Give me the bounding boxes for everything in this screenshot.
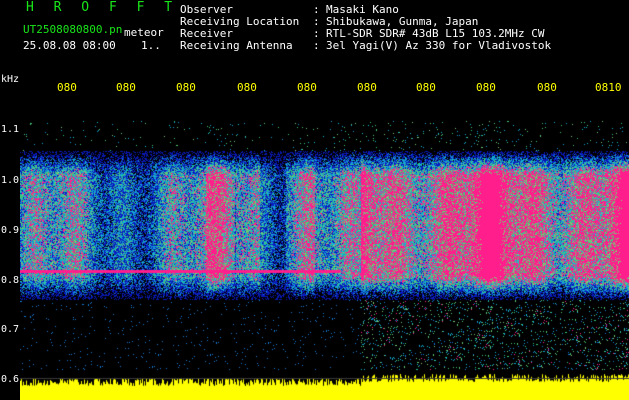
antenna-label: Receiving Antenna (180, 39, 293, 52)
y-tick-label: 0.7 (1, 324, 20, 335)
x-tick-label: 080 (537, 81, 557, 94)
antenna-value: 3el Yagi(V) Az 330 for Vladivostok (326, 39, 552, 52)
timestamp: 25.08.08 08:00 (23, 39, 116, 52)
y-tick-label: 0.8 (1, 275, 20, 286)
x-tick-label: 080 (476, 81, 496, 94)
y-tick-label: 0.6 (1, 374, 20, 385)
x-tick-label: 080 (57, 81, 77, 94)
y-tick-label: 1.1 (1, 124, 20, 135)
app-title: H R O F F T (26, 0, 179, 15)
colon: : (313, 39, 320, 52)
y-axis-unit: kHz (1, 74, 20, 85)
meteor-label: meteor (124, 26, 164, 39)
x-tick-label: 080 (297, 81, 317, 94)
x-tick-label: 080 (237, 81, 257, 94)
file-name: UT2508080800.pn (23, 23, 123, 36)
page-index: 1.. (141, 39, 161, 52)
hrofft-window: H R O F F T UT2508080800.pn meteor 25.08… (0, 0, 629, 400)
y-tick-label: 1.0 (1, 175, 20, 186)
x-tick-label: 080 (416, 81, 436, 94)
x-tick-label: 080 (357, 81, 377, 94)
y-tick-label: 0.9 (1, 225, 20, 236)
x-tick-label: 080 (176, 81, 196, 94)
x-tick-label: 0810 (595, 81, 622, 94)
spectrogram-plot (20, 100, 629, 400)
x-tick-label: 080 (116, 81, 136, 94)
